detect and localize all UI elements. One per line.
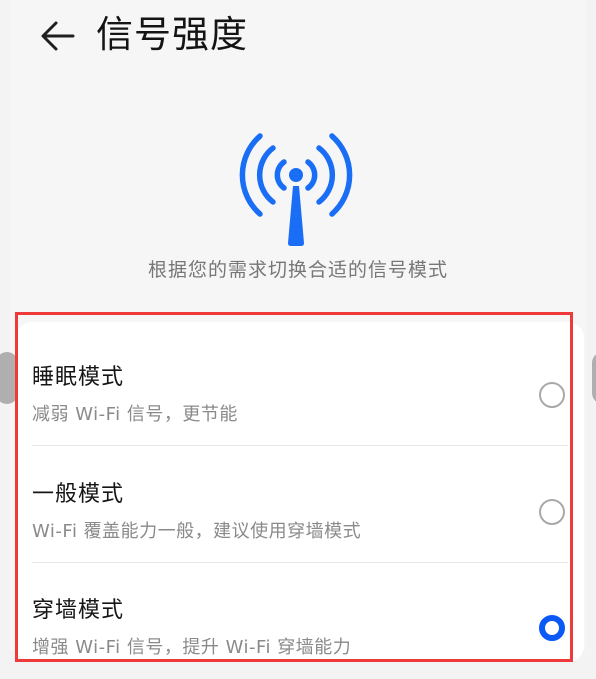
option-label: 穿墙模式 <box>32 598 125 623</box>
option-label: 睡眠模式 <box>32 365 125 390</box>
radio-normal-mode[interactable] <box>539 499 565 525</box>
option-description: Wi-Fi 覆盖能力一般，建议使用穿墙模式 <box>32 521 362 542</box>
right-edge-handle[interactable] <box>592 352 596 404</box>
option-sleep-mode[interactable]: 睡眠模式 减弱 Wi-Fi 信号，更节能 <box>16 329 584 446</box>
back-button[interactable] <box>36 14 80 58</box>
option-description: 减弱 Wi-Fi 信号，更节能 <box>32 404 238 425</box>
page-title: 信号强度 <box>96 13 248 56</box>
radio-sleep-mode[interactable] <box>539 382 565 408</box>
signal-strength-page: 信号强度 根据您的需求切换合适的信号模式 睡眠模式 减弱 Wi-Fi 信号，更节… <box>0 0 596 662</box>
header: 信号强度 <box>10 0 586 80</box>
radio-wall-penetration-mode[interactable] <box>539 615 565 641</box>
wifi-signal-tower-icon <box>239 133 353 246</box>
option-label: 一般模式 <box>32 482 125 507</box>
arrow-left-icon <box>41 21 75 51</box>
option-normal-mode[interactable]: 一般模式 Wi-Fi 覆盖能力一般，建议使用穿墙模式 <box>16 446 584 563</box>
mode-description-subtitle: 根据您的需求切换合适的信号模式 <box>147 259 448 281</box>
option-description: 增强 Wi-Fi 信号，提升 Wi-Fi 穿墙能力 <box>32 637 352 658</box>
signal-mode-list: 睡眠模式 减弱 Wi-Fi 信号，更节能 一般模式 Wi-Fi 覆盖能力一般，建… <box>16 322 584 662</box>
option-wall-penetration-mode[interactable]: 穿墙模式 增强 Wi-Fi 信号，提升 Wi-Fi 穿墙能力 <box>16 562 584 679</box>
